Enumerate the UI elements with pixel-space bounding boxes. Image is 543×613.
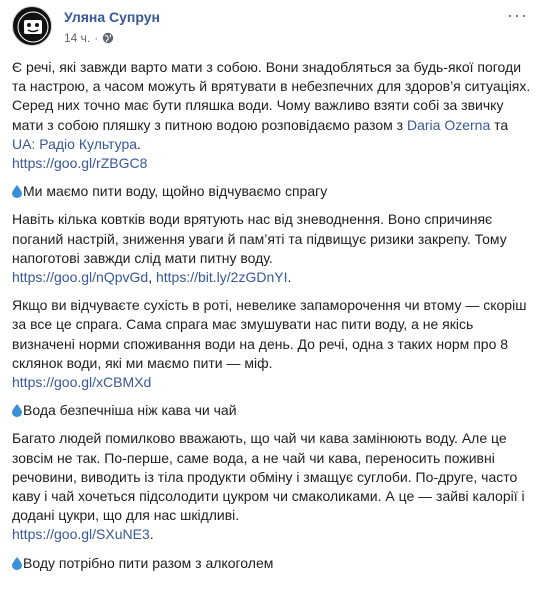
- paragraph: Багато людей помилково вважають, що чай …: [12, 429, 532, 544]
- heading-text: Воду потрібно пити разом з алкоголем: [23, 554, 274, 571]
- paragraph-text: .: [287, 269, 292, 286]
- post-meta: 14 ч. ·: [64, 31, 114, 45]
- more-options-icon[interactable]: ···: [507, 6, 528, 24]
- paragraph-text: Багато людей помилково вважають, що чай …: [12, 430, 525, 524]
- paragraph-text: .: [149, 526, 154, 543]
- section-heading: Вода безпечніша ніж кава чи чай: [12, 401, 532, 420]
- mention-daria-ozerna[interactable]: Daria Ozerna: [407, 117, 490, 133]
- post-header: Уляна Супрун 14 ч. · ···: [12, 4, 532, 54]
- section-heading: Ми маємо пити воду, щойно відчуваємо спр…: [12, 182, 532, 201]
- water-drop-icon: [12, 184, 22, 199]
- paragraph: Навіть кілька ковтків води врятують нас …: [12, 210, 532, 287]
- url-link[interactable]: https://goo.gl/nQpvGd: [12, 269, 148, 285]
- globe-icon[interactable]: [102, 32, 114, 44]
- url-link[interactable]: https://goo.gl/rZBGC8: [12, 155, 147, 171]
- avatar[interactable]: [12, 6, 52, 46]
- meta-separator: ·: [94, 31, 99, 45]
- paragraph-text: Навіть кілька ковтків води врятують нас …: [12, 211, 507, 266]
- separator: ,: [148, 269, 156, 286]
- paragraph-text: Якщо ви відчуваєте сухість в роті, невел…: [12, 297, 527, 371]
- mention-ua-radio-kultura[interactable]: UA: Радіо Культура: [12, 136, 137, 152]
- post-body: Є речі, які завжди варто мати з собою. В…: [12, 58, 532, 582]
- paragraph: Якщо ви відчуваєте сухість в роті, невел…: [12, 296, 532, 392]
- paragraph-text: та: [490, 116, 509, 133]
- section-heading: Воду потрібно пити разом з алкоголем: [12, 554, 532, 573]
- paragraph-intro: Є речі, які завжди варто мати з собою. В…: [12, 58, 532, 173]
- url-link[interactable]: https://goo.gl/xCBMXd: [12, 374, 151, 390]
- water-drop-icon: [12, 403, 22, 418]
- post-time[interactable]: 14 ч.: [64, 31, 90, 45]
- paragraph-text: .: [137, 135, 141, 152]
- url-link[interactable]: https://bit.ly/2zGDnYI: [156, 269, 288, 285]
- heading-text: Вода безпечніша ніж кава чи чай: [23, 402, 237, 419]
- heading-text: Ми маємо пити воду, щойно відчуваємо спр…: [23, 183, 328, 200]
- water-drop-icon: [12, 556, 22, 570]
- author-name[interactable]: Уляна Супрун: [64, 9, 160, 25]
- url-link[interactable]: https://goo.gl/SXuNE3: [12, 526, 150, 542]
